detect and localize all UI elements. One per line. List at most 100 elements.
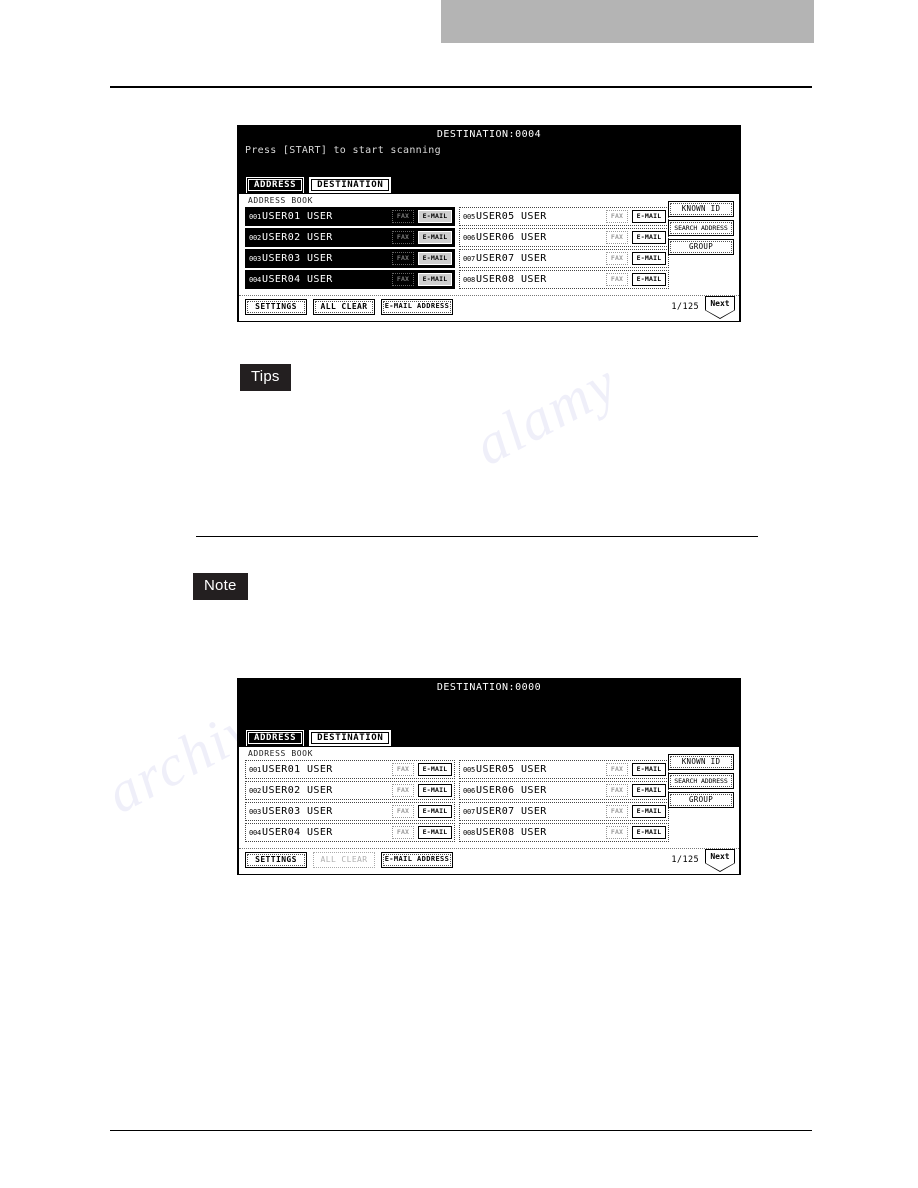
email-chip[interactable]: E-MAIL bbox=[632, 826, 666, 839]
address-row[interactable]: 008 USER08 USER FAX E-MAIL bbox=[459, 270, 669, 289]
all-clear-button[interactable]: ALL CLEAR bbox=[313, 852, 375, 868]
side-button-group[interactable]: GROUP bbox=[668, 792, 734, 808]
email-chip[interactable]: E-MAIL bbox=[632, 763, 666, 776]
fax-chip[interactable]: FAX bbox=[606, 826, 628, 839]
address-row[interactable]: 004 USER04 USER FAX E-MAIL bbox=[245, 270, 455, 289]
fax-chip[interactable]: FAX bbox=[392, 273, 414, 286]
address-book-label: ADDRESS BOOK bbox=[248, 196, 313, 205]
fax-chip[interactable]: FAX bbox=[606, 252, 628, 265]
address-book-label: ADDRESS BOOK bbox=[248, 749, 313, 758]
email-chip[interactable]: E-MAIL bbox=[632, 273, 666, 286]
email-chip[interactable]: E-MAIL bbox=[632, 231, 666, 244]
settings-button[interactable]: SETTINGS bbox=[245, 299, 307, 315]
destination-counter: DESTINATION:0004 bbox=[436, 129, 542, 140]
next-button[interactable]: Next bbox=[705, 296, 735, 318]
address-row[interactable]: 005 USER05 USER FAX E-MAIL bbox=[459, 760, 669, 779]
email-chip[interactable]: E-MAIL bbox=[418, 805, 452, 818]
address-row[interactable]: 007 USER07 USER FAX E-MAIL bbox=[459, 249, 669, 268]
address-row-name: USER03 USER bbox=[262, 806, 333, 817]
email-chip[interactable]: E-MAIL bbox=[418, 763, 452, 776]
footer-divider-rule bbox=[110, 1130, 812, 1131]
fax-chip[interactable]: FAX bbox=[606, 784, 628, 797]
tab-address[interactable]: ADDRESS bbox=[246, 177, 305, 193]
tab-row: ADDRESS DESTINATION bbox=[246, 177, 392, 193]
address-row-index: 001 bbox=[249, 765, 262, 774]
tab-destination[interactable]: DESTINATION bbox=[309, 730, 392, 746]
address-row[interactable]: 006 USER06 USER FAX E-MAIL bbox=[459, 781, 669, 800]
lcd-content-area: ADDRESS BOOK 001 USER01 USER FAX E-MAIL … bbox=[239, 194, 739, 321]
address-row-name: USER02 USER bbox=[262, 785, 333, 796]
address-grid: 001 USER01 USER FAX E-MAIL 002 USER02 US… bbox=[245, 207, 669, 291]
address-row-index: 001 bbox=[249, 212, 262, 221]
fax-chip[interactable]: FAX bbox=[392, 231, 414, 244]
fax-chip[interactable]: FAX bbox=[392, 826, 414, 839]
email-chip[interactable]: E-MAIL bbox=[418, 252, 452, 265]
fax-chip[interactable]: FAX bbox=[606, 805, 628, 818]
address-row[interactable]: 004 USER04 USER FAX E-MAIL bbox=[245, 823, 455, 842]
address-row-index: 007 bbox=[463, 807, 476, 816]
address-column-left: 001 USER01 USER FAX E-MAIL 002 USER02 US… bbox=[245, 760, 455, 844]
address-column-right: 005 USER05 USER FAX E-MAIL 006 USER06 US… bbox=[459, 207, 669, 291]
tab-address[interactable]: ADDRESS bbox=[246, 730, 305, 746]
address-row-name: USER05 USER bbox=[476, 211, 547, 222]
email-address-button[interactable]: E-MAIL ADDRESS bbox=[381, 299, 453, 315]
fax-chip[interactable]: FAX bbox=[392, 252, 414, 265]
next-button[interactable]: Next bbox=[705, 849, 735, 871]
address-row-name: USER02 USER bbox=[262, 232, 333, 243]
address-grid: 001 USER01 USER FAX E-MAIL 002 USER02 US… bbox=[245, 760, 669, 844]
fax-chip[interactable]: FAX bbox=[606, 273, 628, 286]
fax-chip[interactable]: FAX bbox=[392, 763, 414, 776]
address-row[interactable]: 003 USER03 USER FAX E-MAIL bbox=[245, 802, 455, 821]
email-chip[interactable]: E-MAIL bbox=[632, 784, 666, 797]
side-button-known-id[interactable]: KNOWN ID bbox=[668, 754, 734, 770]
address-row[interactable]: 005 USER05 USER FAX E-MAIL bbox=[459, 207, 669, 226]
address-row-index: 004 bbox=[249, 828, 262, 837]
address-row-name: USER07 USER bbox=[476, 806, 547, 817]
email-chip[interactable]: E-MAIL bbox=[418, 231, 452, 244]
lcd-screenshot-top: DESTINATION:0004 Press [START] to start … bbox=[237, 125, 741, 322]
tab-row: ADDRESS DESTINATION bbox=[246, 730, 392, 746]
fax-chip[interactable]: FAX bbox=[392, 784, 414, 797]
address-row-index: 004 bbox=[249, 275, 262, 284]
fax-chip[interactable]: FAX bbox=[392, 210, 414, 223]
fax-chip[interactable]: FAX bbox=[606, 231, 628, 244]
email-chip[interactable]: E-MAIL bbox=[632, 210, 666, 223]
address-row[interactable]: 001 USER01 USER FAX E-MAIL bbox=[245, 760, 455, 779]
email-chip[interactable]: E-MAIL bbox=[418, 210, 452, 223]
address-row[interactable]: 006 USER06 USER FAX E-MAIL bbox=[459, 228, 669, 247]
email-chip[interactable]: E-MAIL bbox=[418, 784, 452, 797]
address-row[interactable]: 002 USER02 USER FAX E-MAIL bbox=[245, 781, 455, 800]
page-header-band bbox=[441, 0, 814, 43]
email-address-button[interactable]: E-MAIL ADDRESS bbox=[381, 852, 453, 868]
email-chip[interactable]: E-MAIL bbox=[632, 805, 666, 818]
address-row-index: 008 bbox=[463, 275, 476, 284]
tips-callout-tag: Tips bbox=[240, 364, 291, 391]
lcd-footer-bar: SETTINGS ALL CLEAR E-MAIL ADDRESS 1/125 … bbox=[239, 295, 739, 320]
address-row-name: USER01 USER bbox=[262, 211, 333, 222]
side-button-search-address[interactable]: SEARCH ADDRESS bbox=[668, 220, 734, 236]
note-callout-tag: Note bbox=[193, 573, 248, 600]
address-row[interactable]: 002 USER02 USER FAX E-MAIL bbox=[245, 228, 455, 247]
tab-destination[interactable]: DESTINATION bbox=[309, 177, 392, 193]
address-row-name: USER06 USER bbox=[476, 232, 547, 243]
address-row[interactable]: 003 USER03 USER FAX E-MAIL bbox=[245, 249, 455, 268]
email-chip[interactable]: E-MAIL bbox=[632, 252, 666, 265]
address-row-name: USER08 USER bbox=[476, 274, 547, 285]
address-row[interactable]: 007 USER07 USER FAX E-MAIL bbox=[459, 802, 669, 821]
email-chip[interactable]: E-MAIL bbox=[418, 273, 452, 286]
fax-chip[interactable]: FAX bbox=[606, 763, 628, 776]
address-row-name: USER04 USER bbox=[262, 827, 333, 838]
all-clear-button[interactable]: ALL CLEAR bbox=[313, 299, 375, 315]
address-column-right: 005 USER05 USER FAX E-MAIL 006 USER06 US… bbox=[459, 760, 669, 844]
address-row-name: USER03 USER bbox=[262, 253, 333, 264]
address-row[interactable]: 001 USER01 USER FAX E-MAIL bbox=[245, 207, 455, 226]
address-row[interactable]: 008 USER08 USER FAX E-MAIL bbox=[459, 823, 669, 842]
side-button-group[interactable]: GROUP bbox=[668, 239, 734, 255]
fax-chip[interactable]: FAX bbox=[606, 210, 628, 223]
fax-chip[interactable]: FAX bbox=[392, 805, 414, 818]
settings-button[interactable]: SETTINGS bbox=[245, 852, 307, 868]
side-button-known-id[interactable]: KNOWN ID bbox=[668, 201, 734, 217]
side-button-search-address[interactable]: SEARCH ADDRESS bbox=[668, 773, 734, 789]
email-chip[interactable]: E-MAIL bbox=[418, 826, 452, 839]
address-row-index: 007 bbox=[463, 254, 476, 263]
